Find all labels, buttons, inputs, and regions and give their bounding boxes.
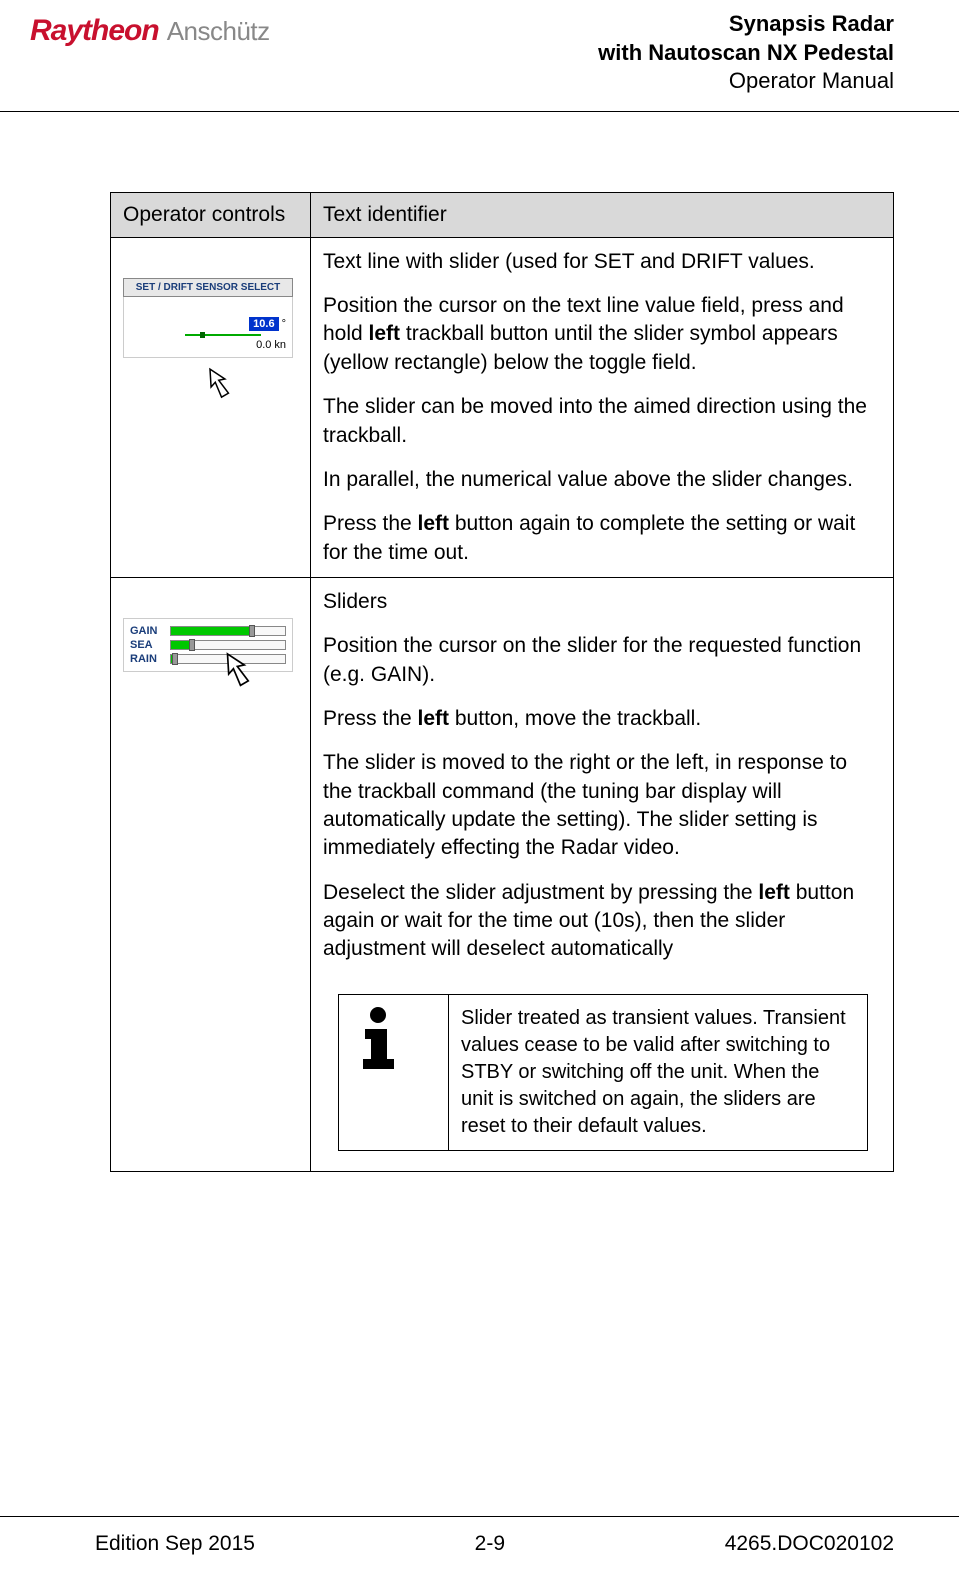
page-header: Raytheon Anschütz Synapsis Radar with Na… [0,0,959,112]
title-line-3: Operator Manual [598,67,894,96]
desc-p1: Sliders [323,588,881,616]
desc-p3: Press the left button, move the trackbal… [323,705,881,733]
desc-p2: Position the cursor on the text line val… [323,292,881,377]
widget-title: SET / DRIFT SENSOR SELECT [123,278,293,297]
table-row: SET / DRIFT SENSOR SELECT 10.6 ° 0.0 k [111,237,894,577]
sea-label: SEA [130,639,164,651]
desc-p2: Position the cursor on the slider for th… [323,632,881,689]
desc-p1: Text line with slider (used for SET and … [323,248,881,276]
control-description: Sliders Position the cursor on the slide… [311,577,894,1171]
footer-edition: Edition Sep 2015 [95,1532,255,1556]
set-slider [185,333,261,337]
cursor-icon [214,647,259,692]
gain-slider [170,626,286,636]
set-unit: ° [282,318,286,330]
control-image-cell: SET / DRIFT SENSOR SELECT 10.6 ° 0.0 k [111,237,311,577]
footer-page: 2-9 [475,1532,505,1556]
table-header-identifier: Text identifier [311,192,894,237]
desc-p3: The slider can be moved into the aimed d… [323,393,881,450]
info-icon-cell [339,994,449,1150]
desc-p4: In parallel, the numerical value above t… [323,466,881,494]
raytheon-logo: Raytheon [30,14,159,48]
table-row: GAIN SEA RAIN [111,577,894,1171]
cursor-icon [198,363,238,403]
table-header-controls: Operator controls [111,192,311,237]
title-line-1: Synapsis Radar [598,10,894,39]
drift-unit: kn [274,339,286,351]
info-icon [351,1005,406,1070]
control-description: Text line with slider (used for SET and … [311,237,894,577]
info-note: Slider treated as transient values. Tran… [338,994,868,1151]
title-line-2: with Nautoscan NX Pedestal [598,39,894,68]
operator-controls-table: Operator controls Text identifier SET / … [110,192,894,1172]
page-footer: Edition Sep 2015 2-9 4265.DOC020102 [0,1516,959,1556]
content-area: Operator controls Text identifier SET / … [0,112,959,1172]
gain-label: GAIN [130,625,164,637]
footer-docnum: 4265.DOC020102 [725,1532,894,1556]
desc-p5: Press the left button again to complete … [323,510,881,567]
sliders-widget: GAIN SEA RAIN [123,618,293,672]
info-note-text: Slider treated as transient values. Tran… [449,994,868,1150]
set-value: 10.6 [249,317,278,331]
document-title: Synapsis Radar with Nautoscan NX Pedesta… [598,10,894,96]
control-image-cell: GAIN SEA RAIN [111,577,311,1171]
drift-value: 0.0 [256,339,271,351]
set-drift-widget: SET / DRIFT SENSOR SELECT 10.6 ° 0.0 k [123,278,293,358]
logo-area: Raytheon Anschütz [30,10,270,48]
desc-p4: The slider is moved to the right or the … [323,749,881,862]
desc-p5: Deselect the slider adjustment by pressi… [323,879,881,964]
anschutz-logo: Anschütz [167,16,270,47]
widget-body: 10.6 ° 0.0 kn [123,297,293,358]
rain-label: RAIN [130,653,164,665]
